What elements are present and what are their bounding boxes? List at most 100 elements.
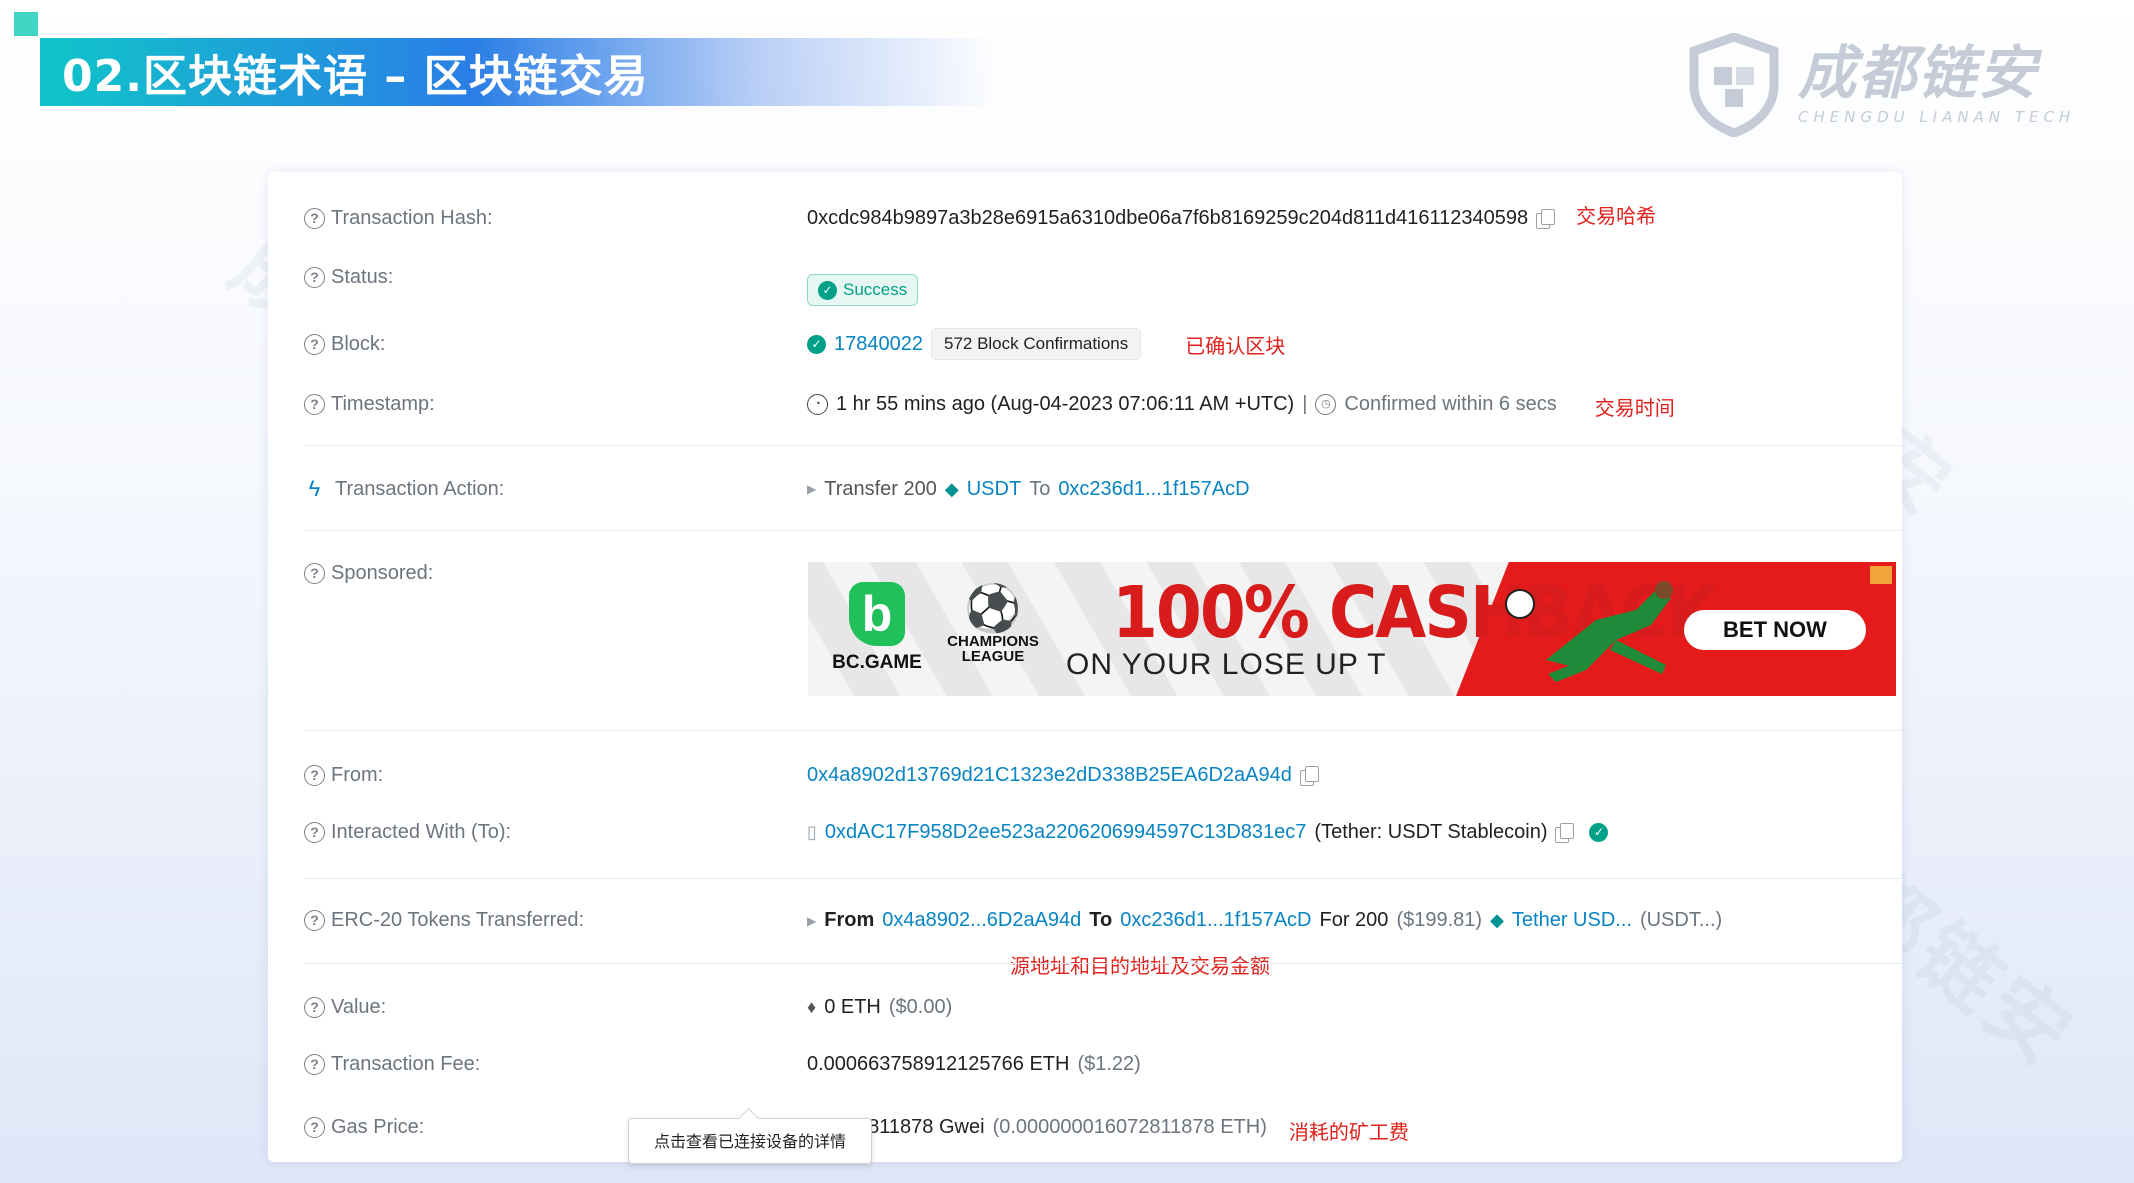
fee-usd: ($1.22) — [1077, 1053, 1141, 1075]
clock-icon: ◔ — [807, 394, 828, 415]
erc20-to-address-link[interactable]: 0xc236d1...1f157AcD — [1120, 909, 1311, 932]
annotation-tx-hash: 交易哈希 — [1576, 204, 1657, 228]
fee-row: ? Transaction Fee: 0.000663758912125766 E… — [304, 1053, 1894, 1076]
tether-token-icon: ◆ — [944, 478, 959, 499]
tx-action-prefix: Transfer 200 — [824, 477, 937, 500]
erc20-to-word: To — [1089, 909, 1113, 931]
copy-icon[interactable] — [1299, 765, 1319, 786]
star-ball-icon: ⚽ — [964, 582, 1022, 634]
bcgame-logo: b BC.GAME — [822, 582, 932, 674]
sponsored-ad-banner[interactable]: b BC.GAME ⚽ CHAMPIONS LEAGUE 100% CASHBA… — [808, 562, 1896, 696]
value-amount: 0 ETH — [824, 996, 881, 1018]
divider — [304, 530, 1902, 531]
help-icon[interactable]: ? — [304, 910, 325, 931]
annotation-erc20: 源地址和目的地址及交易金额 — [1010, 954, 1270, 978]
help-icon[interactable]: ? — [304, 1054, 325, 1075]
ad-brand: BC.GAME — [832, 652, 922, 673]
ad-partner: CHAMPIONS LEAGUE — [947, 633, 1039, 665]
from-row: ? From: 0x4a8902d13769d21C1323e2dD338B25E… — [304, 764, 1894, 787]
transaction-details-card: ? Transaction Hash: 0xcdc984b9897a3b28e69… — [268, 172, 1902, 1162]
slide-title: 02.区块链术语 – 区块链交易 — [62, 51, 649, 102]
tx-action-token-link[interactable]: USDT — [967, 478, 1021, 501]
help-icon[interactable]: ? — [304, 997, 325, 1018]
help-icon[interactable]: ? — [304, 333, 325, 355]
tx-hash-label: Transaction Hash: — [331, 207, 493, 229]
erc20-token-link[interactable]: Tether USD... — [1512, 909, 1632, 932]
lightning-icon: ϟ — [308, 476, 321, 501]
timestamp-row: ? Timestamp: ◔ 1 hr 55 mins ago (Aug-04-2… — [304, 388, 1894, 421]
help-icon[interactable]: ? — [304, 563, 325, 584]
tether-token-icon: ◆ — [1490, 910, 1504, 930]
annotation-timestamp: 交易时间 — [1594, 396, 1675, 420]
copy-icon[interactable] — [1555, 822, 1575, 843]
confirmed-within: Confirmed within 6 secs — [1344, 393, 1557, 415]
connected-devices-tooltip[interactable]: 点击查看已连接设备的详情 — [628, 1118, 872, 1164]
block-number-link[interactable]: 17840022 — [834, 333, 923, 356]
slide-title-bar: 02.区块链术语 – 区块链交易 — [40, 38, 1000, 106]
annotation-block: 已确认区块 — [1185, 333, 1286, 358]
block-label: Block: — [331, 332, 386, 355]
value-label: Value: — [331, 996, 387, 1018]
status-badge: ✓ Success — [807, 274, 919, 306]
divider — [304, 445, 1902, 446]
timestamp-label: Timestamp: — [331, 393, 435, 415]
erc20-from-word: From — [824, 909, 875, 931]
ad-subline: ON YOUR LOSE UP T — [1066, 648, 1387, 681]
value-usd: ($0.00) — [888, 996, 953, 1018]
tx-hash-row: ? Transaction Hash: 0xcdc984b9897a3b28e69… — [304, 204, 1894, 230]
block-confirmations-badge: 572 Block Confirmations — [930, 328, 1142, 360]
erc20-row: ? ERC-20 Tokens Transferred: ▶ From 0x4a8… — [304, 909, 1894, 932]
bcgame-logo-icon: b — [849, 582, 905, 646]
gas-label: Gas Price: — [331, 1116, 425, 1138]
divider — [304, 730, 1902, 731]
block-row: ? Block: ✓ 17840022 572 Block Confirmatio… — [304, 328, 1894, 360]
decor-square — [14, 12, 38, 36]
shield-logo-icon — [1689, 33, 1779, 137]
fee-label: Transaction Fee: — [331, 1053, 481, 1075]
ad-bet-now-button[interactable]: BET NOW — [1684, 610, 1866, 650]
to-row: ? Interacted With (To): ▯ 0xdAC17F958D2ee… — [304, 821, 1894, 844]
divider — [304, 878, 1902, 879]
erc20-label: ERC-20 Tokens Transferred: — [331, 909, 585, 931]
champions-league-logo: ⚽ CHAMPIONS LEAGUE — [928, 582, 1058, 664]
from-address-link[interactable]: 0x4a8902d13769d21C1323e2dD338B25EA6D2aA9… — [807, 764, 1292, 787]
tx-action-row: ϟ Transaction Action: ▶ Transfer 200 ◆ US… — [304, 476, 1894, 502]
help-icon[interactable]: ? — [304, 208, 325, 229]
caret-right-icon[interactable]: ▶ — [807, 482, 816, 496]
erc20-token-symbol: (USDT...) — [1639, 909, 1723, 931]
tx-action-to-address-link[interactable]: 0xc236d1...1f157AcD — [1058, 478, 1249, 501]
help-icon[interactable]: ? — [304, 765, 325, 786]
football-player-icon — [1505, 581, 1673, 682]
to-address-link[interactable]: 0xdAC17F958D2ee523a2206206994597C13D831e… — [825, 821, 1307, 844]
logo-name-en: CHENGDU LIANAN TECH — [1798, 108, 2076, 126]
sponsored-label: Sponsored: — [331, 562, 434, 584]
fee-amount: 0.000663758912125766 ETH — [807, 1053, 1070, 1075]
gas-eth: (0.000000016072811878 ETH) — [992, 1116, 1267, 1138]
copy-icon[interactable] — [1536, 208, 1556, 229]
help-icon[interactable]: ? — [304, 394, 325, 415]
logo-name-cn: 成都链安 — [1798, 39, 2039, 107]
erc20-usd: ($199.81) — [1396, 909, 1483, 931]
tx-hash-value: 0xcdc984b9897a3b28e6915a6310dbe06a7f6b81… — [807, 207, 1529, 229]
company-logo: 成都链安 CHENGDU LIANAN TECH — [1684, 30, 2084, 140]
caret-right-icon[interactable]: ▶ — [807, 914, 816, 928]
divider — [304, 963, 1902, 964]
erc20-amount: For 200 — [1319, 909, 1389, 931]
help-icon[interactable]: ? — [304, 267, 325, 288]
value-row: ? Value: ♦ 0 ETH ($0.00) — [304, 996, 1894, 1019]
erc20-from-address-link[interactable]: 0x4a8902...6D2aA94d — [882, 909, 1081, 932]
check-circle-icon: ✓ — [818, 280, 837, 300]
to-label: Interacted With (To): — [331, 821, 512, 843]
help-icon[interactable]: ? — [304, 822, 325, 843]
status-label: Status: — [331, 266, 394, 288]
gas-row: ? Gas Price: 16.072811878 Gwei (0.0000000… — [304, 1110, 1894, 1145]
check-circle-icon: ✓ — [807, 334, 826, 354]
timestamp-separator: | — [1302, 393, 1308, 415]
contract-file-icon: ▯ — [807, 822, 817, 842]
stopwatch-icon: ◷ — [1315, 394, 1337, 415]
annotation-gas: 消耗的矿工费 — [1288, 1120, 1409, 1144]
help-icon[interactable]: ? — [304, 1117, 325, 1138]
ad-info-icon[interactable] — [1870, 566, 1892, 584]
tx-action-to: To — [1029, 477, 1051, 500]
status-row: ? Status: ✓ Success — [304, 264, 1894, 306]
